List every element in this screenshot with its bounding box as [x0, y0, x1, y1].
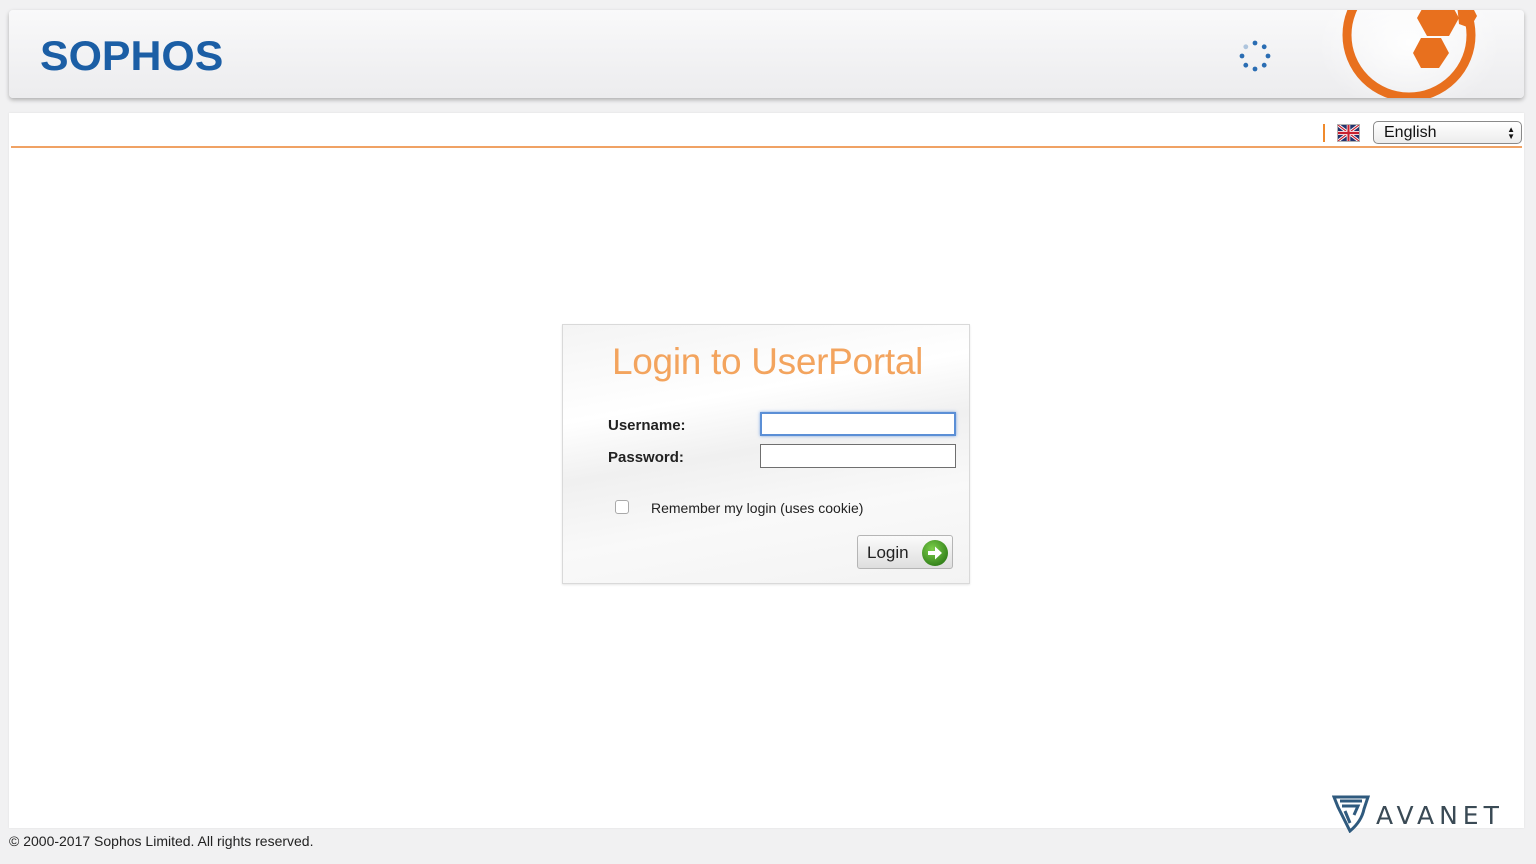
copyright-text: © 2000-2017 Sophos Limited. All rights r… [9, 833, 314, 849]
remember-checkbox[interactable] [615, 500, 629, 514]
language-select-value: English [1384, 124, 1437, 141]
remember-label[interactable]: Remember my login (uses cookie) [651, 500, 863, 516]
language-select[interactable]: English ▲ ▼ [1373, 121, 1522, 144]
avanet-watermark: AVANET [1332, 793, 1502, 835]
header-bar: SOPHOS [9, 10, 1524, 98]
page: SOPHOS English ▲ ▼ Login to UserPortal U… [0, 0, 1536, 864]
loading-spinner-icon [1239, 40, 1271, 72]
divider [1323, 124, 1325, 142]
main-content: English ▲ ▼ Login to UserPortal Username:… [9, 113, 1524, 828]
login-button[interactable]: Login [857, 535, 953, 569]
select-arrows-icon: ▲ ▼ [1507, 125, 1515, 141]
username-label: Username: [608, 417, 686, 434]
arrow-right-circle-icon [922, 540, 948, 566]
login-title: Login to UserPortal [612, 341, 924, 382]
avanet-logo-text: AVANET [1376, 801, 1504, 830]
sophos-logo: SOPHOS [40, 32, 224, 79]
sophos-shield-logo-icon [1317, 10, 1499, 98]
avanet-shield-icon [1332, 795, 1370, 833]
password-label: Password: [608, 449, 684, 466]
login-panel: Login to UserPortal Username: Password: … [562, 324, 970, 584]
password-input[interactable] [760, 444, 956, 468]
login-button-label: Login [867, 543, 909, 562]
uk-flag-icon[interactable] [1337, 124, 1360, 142]
language-bar: English ▲ ▼ [11, 113, 1522, 148]
username-input[interactable] [760, 412, 956, 436]
